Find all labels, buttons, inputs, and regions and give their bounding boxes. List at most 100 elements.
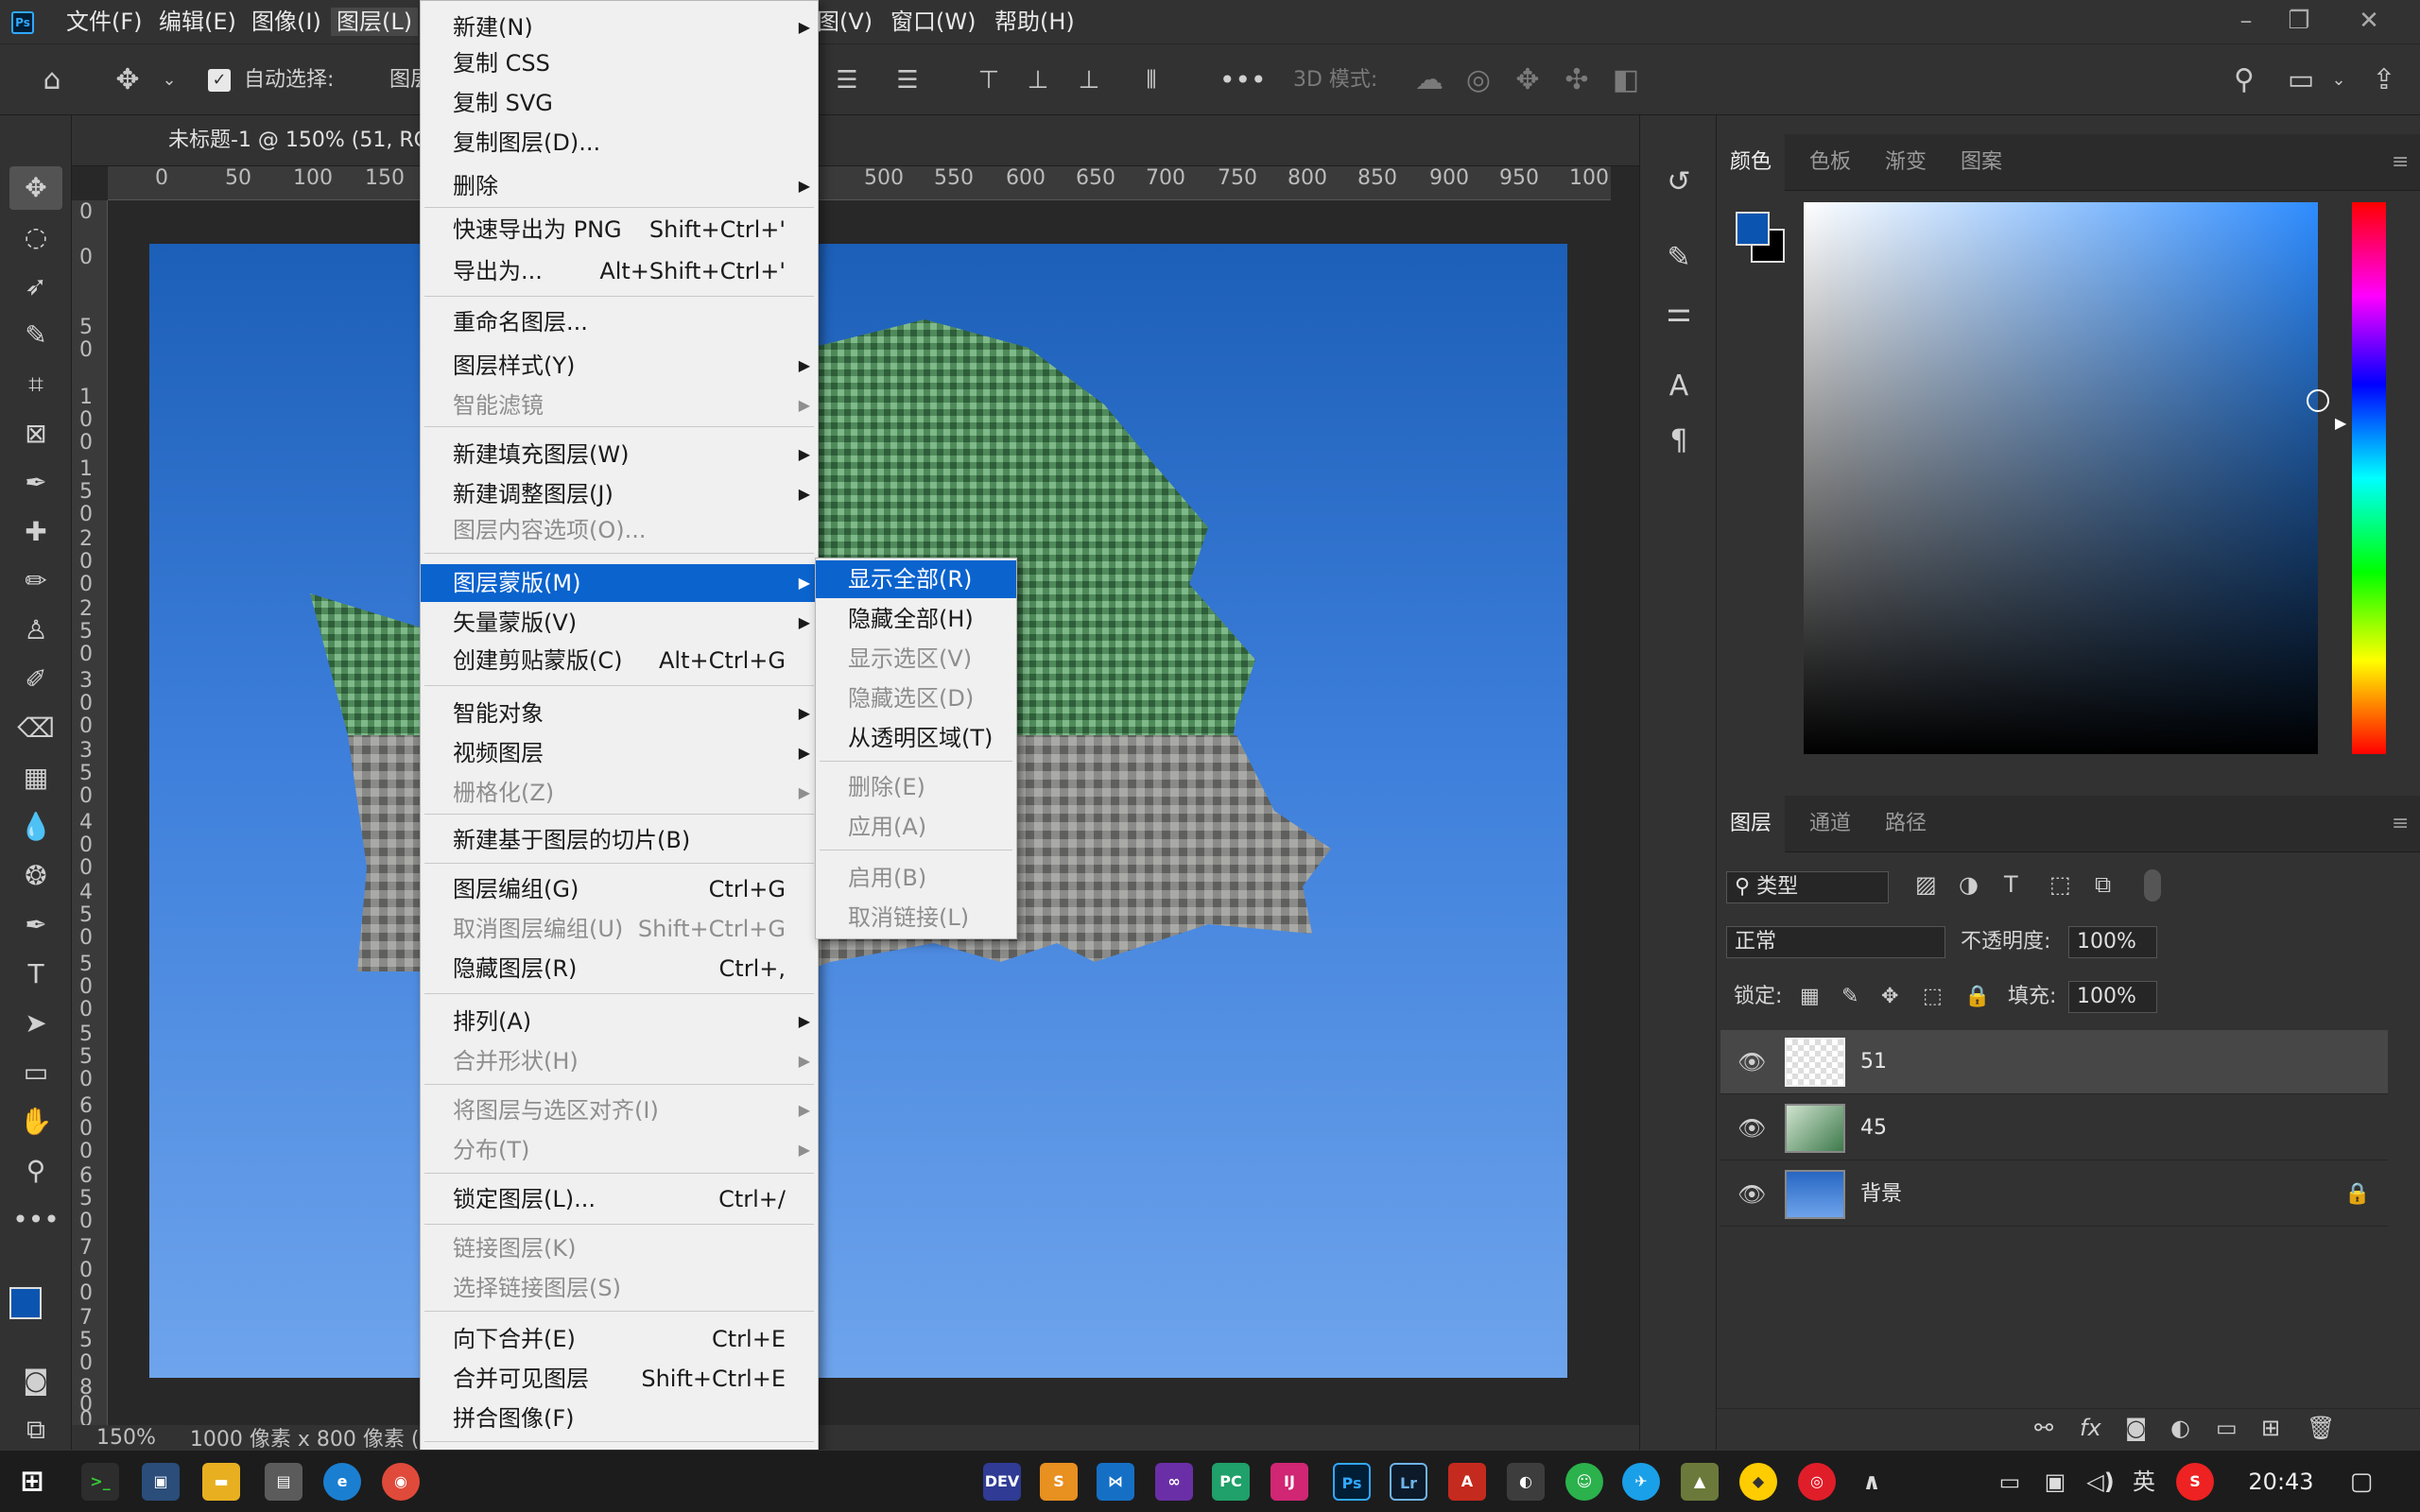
filter-adjustment-icon[interactable]: ◑	[1959, 871, 1979, 898]
gradient-tool-icon[interactable]: ▦	[9, 756, 62, 799]
edge-browser-icon[interactable]: e	[323, 1463, 361, 1501]
menu-item-merge-down[interactable]: 向下合并(E) Ctrl+E	[421, 1320, 818, 1358]
intellij-icon[interactable]: IJ	[1270, 1463, 1308, 1501]
hand-tool-icon[interactable]: ✋	[9, 1100, 62, 1143]
hue-slider-handle-icon[interactable]: ▶	[2335, 414, 2346, 432]
search-icon[interactable]: ⚲	[2223, 44, 2265, 116]
stamp-tool-icon[interactable]: ♙	[9, 609, 62, 652]
workspace-icon[interactable]: ▭	[2280, 44, 2322, 116]
pycharm-icon[interactable]: PC	[1212, 1463, 1250, 1501]
layers-panel-menu-icon[interactable]: ≡	[2378, 796, 2420, 852]
layer-row[interactable]: 👁 51	[1720, 1030, 2388, 1094]
filter-shape-icon[interactable]: ⬚	[2049, 871, 2071, 898]
marquee-tool-icon[interactable]: ◌	[9, 215, 62, 259]
menu-item-rename-layer[interactable]: 重命名图层...	[421, 303, 818, 341]
menu-item-new[interactable]: 新建(N) ▶	[421, 9, 818, 46]
menu-item-vector-mask[interactable]: 矢量蒙版(V) ▶	[421, 604, 818, 642]
paragraph-icon[interactable]: ¶	[1655, 420, 1703, 463]
color-panel-foreground-swatch[interactable]	[1736, 212, 1770, 246]
eraser-tool-icon[interactable]: ⌫	[9, 707, 62, 750]
battery-icon[interactable]: ▭	[1991, 1463, 2029, 1501]
menu-item-copy-css[interactable]: 复制 CSS	[421, 44, 818, 82]
document-dimensions[interactable]: 1000 像素 x 800 像素 (7	[190, 1422, 433, 1452]
zoom-tool-icon[interactable]: ⚲	[9, 1149, 62, 1193]
trash-icon[interactable]: 🗑	[2307, 1415, 2335, 1441]
vscode-icon[interactable]: ⋈	[1097, 1463, 1134, 1501]
restore-button[interactable]: ❐	[2271, 4, 2327, 38]
link-icon[interactable]: ⚯	[2034, 1415, 2053, 1441]
auto-select-checkbox[interactable]: ✓	[208, 69, 231, 92]
adjustment-icon[interactable]: ◐	[2170, 1415, 2190, 1441]
color-picker-cursor[interactable]	[2307, 389, 2329, 412]
opacity-input[interactable]: 100%	[2068, 926, 2157, 958]
crop-tool-icon[interactable]: ⌗	[9, 363, 62, 406]
menu-help[interactable]: 帮助(H)	[989, 8, 1080, 36]
mask-icon[interactable]: ◙	[2125, 1415, 2147, 1441]
netdisk-icon[interactable]: ◆	[1739, 1463, 1777, 1501]
3d-roll-icon[interactable]: ◎	[1460, 44, 1497, 116]
layer-row[interactable]: 👁 45	[1720, 1096, 2388, 1160]
new-layer-icon[interactable]: ⊞	[2261, 1415, 2280, 1441]
file-explorer-icon[interactable]: ▬	[202, 1463, 240, 1501]
dev-app-icon[interactable]: DEV	[983, 1463, 1021, 1501]
menu-layer[interactable]: 图层(L)	[331, 8, 419, 36]
eyedropper-tool-icon[interactable]: ✒	[9, 461, 62, 505]
submenu-item-hide-all[interactable]: 隐藏全部(H)	[816, 600, 1016, 638]
menu-item-copy-svg[interactable]: 复制 SVG	[421, 84, 818, 122]
tab-patterns[interactable]: 图案	[1947, 134, 2015, 191]
menu-item-delete[interactable]: 删除 ▶	[421, 167, 818, 205]
path-select-tool-icon[interactable]: ➤	[9, 1002, 62, 1045]
align-center-icon[interactable]: ☰	[828, 44, 866, 116]
lightroom-icon[interactable]: Lr	[1390, 1463, 1427, 1501]
filter-type-icon[interactable]: T	[2004, 871, 2018, 898]
layer-filter-dropdown[interactable]: ⚲ 类型	[1726, 871, 1889, 903]
frame-tool-icon[interactable]: ⊠	[9, 412, 62, 455]
notification-icon[interactable]: ▢	[2342, 1463, 2380, 1501]
menu-item-layer-mask[interactable]: 图层蒙版(M) ▶	[421, 564, 818, 602]
menu-item-lock-layers[interactable]: 锁定图层(L)... Ctrl+/	[421, 1180, 818, 1218]
move-tool-icon[interactable]: ✥	[104, 44, 151, 116]
pen-tool-icon[interactable]: ✒	[9, 903, 62, 947]
lock-transparent-icon[interactable]: ▦	[1800, 981, 1820, 1013]
distribute-horizontal-icon[interactable]: ⫴	[1132, 44, 1170, 116]
tab-channels[interactable]: 通道	[1796, 796, 1864, 852]
layer-row[interactable]: 👁 背景 🔒	[1720, 1162, 2388, 1227]
layer-lock-icon[interactable]: 🔒	[2344, 1162, 2370, 1227]
3d-orbit-icon[interactable]: ☁	[1410, 44, 1448, 116]
history-brush-tool-icon[interactable]: ✐	[9, 658, 62, 701]
blend-mode-dropdown[interactable]: 正常	[1726, 926, 1945, 958]
sponge-tool-icon[interactable]: ❂	[9, 854, 62, 898]
acrobat-icon[interactable]: A	[1448, 1463, 1486, 1501]
netease-music-icon[interactable]: ◎	[1798, 1463, 1836, 1501]
more-options-icon[interactable]: •••	[1219, 44, 1267, 116]
filter-toggle[interactable]	[2144, 869, 2161, 902]
lock-artboard-icon[interactable]: ⬚	[1923, 981, 1943, 1013]
terminal-icon[interactable]: >_	[81, 1463, 119, 1501]
menu-item-group-layers[interactable]: 图层编组(G) Ctrl+G	[421, 870, 818, 908]
visual-studio-icon[interactable]: ∞	[1155, 1463, 1193, 1501]
menu-item-hide-layers[interactable]: 隐藏图层(R) Ctrl+,	[421, 950, 818, 988]
zoom-level[interactable]: 150%	[96, 1426, 156, 1450]
menu-image[interactable]: 图像(I)	[246, 8, 327, 36]
ime-indicator[interactable]: 英	[2125, 1463, 2163, 1501]
eye-icon[interactable]: 👁	[1737, 1030, 1766, 1094]
menu-item-layer-style[interactable]: 图层样式(Y) ▶	[421, 347, 818, 385]
app-icon[interactable]: ▲	[1681, 1463, 1719, 1501]
menu-edit[interactable]: 编辑(E)	[153, 8, 242, 36]
blur-tool-icon[interactable]: 💧	[9, 805, 62, 849]
3d-slide-icon[interactable]: ✣	[1558, 44, 1596, 116]
lock-image-icon[interactable]: ✎	[1841, 981, 1858, 1013]
align-bottom-icon[interactable]: ☰	[889, 44, 926, 116]
more-tools-icon[interactable]: •••	[9, 1198, 62, 1242]
menu-window[interactable]: 窗口(W)	[885, 8, 981, 36]
menu-file[interactable]: 文件(F)	[60, 8, 148, 36]
submenu-item-reveal-all[interactable]: 显示全部(R)	[816, 560, 1016, 598]
close-button[interactable]: ✕	[2341, 4, 2397, 38]
tab-color[interactable]: 颜色	[1717, 134, 1786, 191]
home-icon[interactable]: ⌂	[28, 44, 76, 116]
folder-icon[interactable]: ▭	[2216, 1415, 2238, 1441]
submenu-item-from-transparency[interactable]: 从透明区域(T)	[816, 719, 1016, 757]
eye-icon[interactable]: 👁	[1737, 1162, 1766, 1227]
menu-item-new-fill-layer[interactable]: 新建填充图层(W) ▶	[421, 436, 818, 473]
character-icon[interactable]: A	[1655, 365, 1703, 408]
